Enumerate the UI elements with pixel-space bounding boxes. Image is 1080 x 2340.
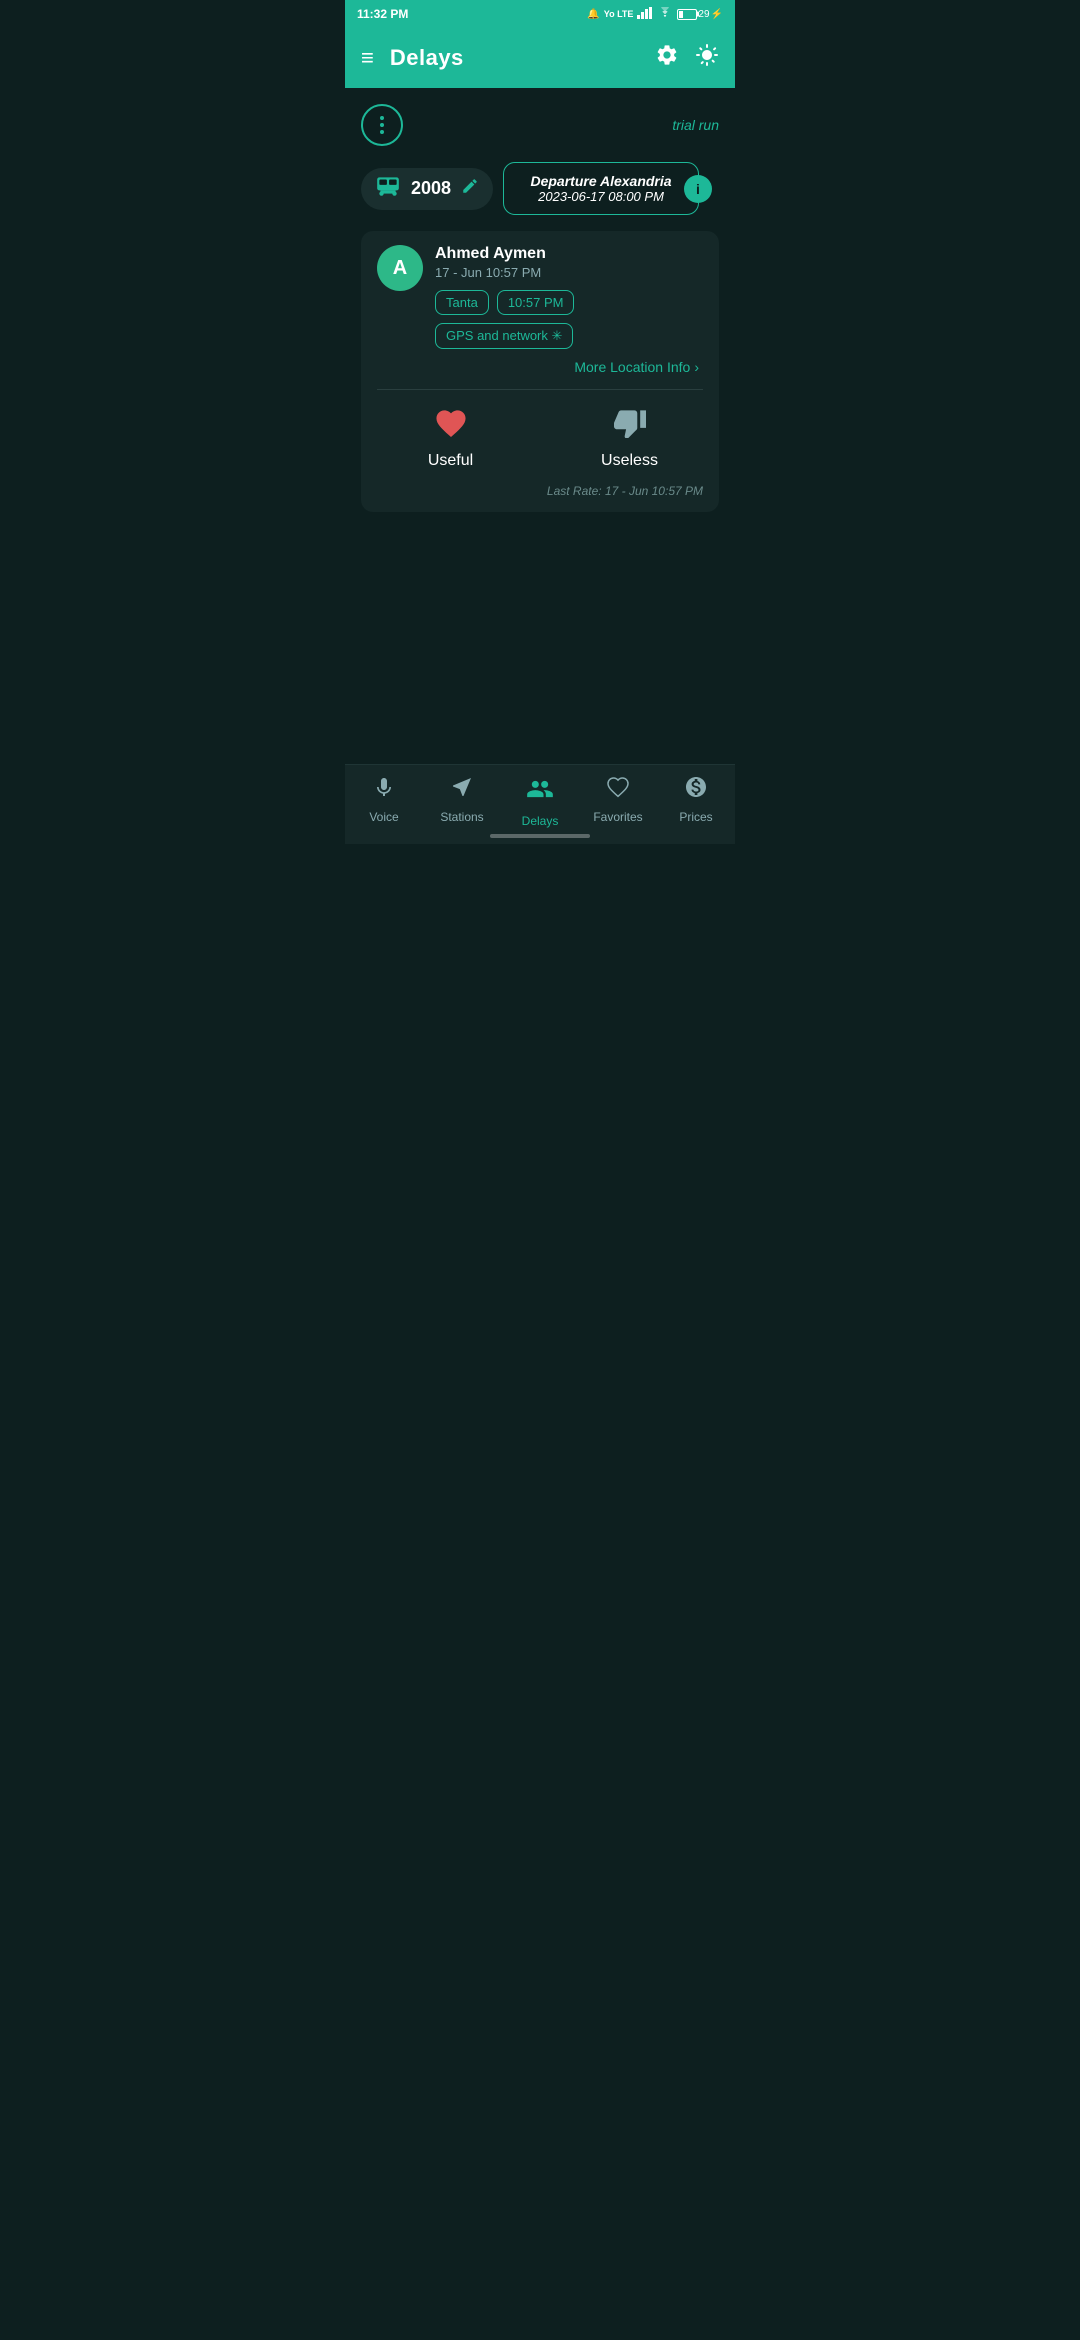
heart-icon — [433, 406, 469, 446]
info-icon[interactable]: i — [684, 175, 712, 203]
tag-gps[interactable]: GPS and network ✳ — [435, 323, 573, 349]
nav-item-delays[interactable]: Delays — [501, 775, 579, 828]
report-time: 17 - Jun 10:57 PM — [435, 265, 703, 280]
rating-section: Useful Useless — [361, 390, 719, 478]
menu-icon[interactable]: ≡ — [361, 45, 374, 71]
prices-icon — [684, 775, 708, 806]
tag-time[interactable]: 10:57 PM — [497, 290, 575, 315]
nav-item-prices[interactable]: Prices — [657, 775, 735, 824]
app-bar-actions — [655, 43, 719, 73]
options-button[interactable] — [361, 104, 403, 146]
avatar: A — [377, 245, 423, 291]
page-title: Delays — [390, 45, 639, 71]
nav-item-stations[interactable]: Stations — [423, 775, 501, 824]
useless-label: Useless — [601, 452, 658, 470]
favorites-label: Favorites — [593, 810, 642, 824]
thumbs-down-icon — [612, 406, 648, 446]
voice-icon — [372, 775, 396, 806]
useless-button[interactable]: Useless — [540, 390, 719, 478]
status-icons: 🔔 Yo LTE 29 ⚡ — [587, 7, 723, 22]
more-location-button[interactable]: More Location Info › — [435, 359, 703, 375]
train-number: 2008 — [411, 178, 451, 199]
alarm-icon: 🔔 — [587, 9, 599, 20]
status-bar: 11:32 PM 🔔 Yo LTE — [345, 0, 735, 28]
departure-city: Departure Alexandria — [518, 173, 684, 189]
settings-icon[interactable] — [655, 43, 679, 73]
report-header: A Ahmed Aymen 17 - Jun 10:57 PM Tanta 10… — [361, 231, 719, 389]
voice-label: Voice — [369, 810, 398, 824]
prices-label: Prices — [679, 810, 712, 824]
chevron-right-icon: › — [694, 359, 699, 375]
battery-icon: 29 ⚡ — [677, 9, 723, 20]
train-selector-row: 2008 Departure Alexandria 2023-06-17 08:… — [361, 162, 719, 215]
status-time: 11:32 PM — [357, 7, 408, 21]
brightness-icon[interactable] — [695, 43, 719, 73]
bottom-nav: Voice Stations Delays Favorites — [345, 764, 735, 844]
stations-label: Stations — [440, 810, 483, 824]
app-bar: ≡ Delays — [345, 28, 735, 88]
report-card: A Ahmed Aymen 17 - Jun 10:57 PM Tanta 10… — [361, 231, 719, 512]
useful-label: Useful — [428, 452, 473, 470]
favorites-icon — [606, 775, 630, 806]
report-tags: Tanta 10:57 PM GPS and network ✳ — [435, 290, 703, 349]
departure-datetime: 2023-06-17 08:00 PM — [518, 189, 684, 204]
delays-icon — [526, 775, 554, 810]
last-rate-text: Last Rate: 17 - Jun 10:57 PM — [547, 484, 703, 498]
battery-percent: 29 — [698, 9, 709, 20]
lte-badge: Yo LTE — [604, 9, 634, 19]
edit-icon[interactable] — [461, 177, 479, 200]
trial-run-label: trial run — [672, 117, 719, 133]
nav-item-voice[interactable]: Voice — [345, 775, 423, 824]
signal-icon — [637, 7, 653, 22]
stations-icon — [450, 775, 474, 806]
useful-button[interactable]: Useful — [361, 390, 540, 478]
wifi-icon — [657, 7, 673, 22]
charging-icon: ⚡ — [711, 9, 723, 20]
nav-item-favorites[interactable]: Favorites — [579, 775, 657, 824]
main-content: trial run 2008 Depart — [345, 88, 735, 532]
departure-card[interactable]: Departure Alexandria 2023-06-17 08:00 PM… — [503, 162, 699, 215]
home-indicator — [490, 834, 590, 838]
delays-label: Delays — [522, 814, 559, 828]
last-rate-row: Last Rate: 17 - Jun 10:57 PM — [361, 478, 719, 512]
tag-location[interactable]: Tanta — [435, 290, 489, 315]
train-badge[interactable]: 2008 — [361, 168, 493, 210]
top-row: trial run — [361, 104, 719, 146]
report-username: Ahmed Aymen — [435, 245, 703, 263]
train-icon — [375, 176, 401, 202]
report-user-info: Ahmed Aymen 17 - Jun 10:57 PM Tanta 10:5… — [435, 245, 703, 375]
